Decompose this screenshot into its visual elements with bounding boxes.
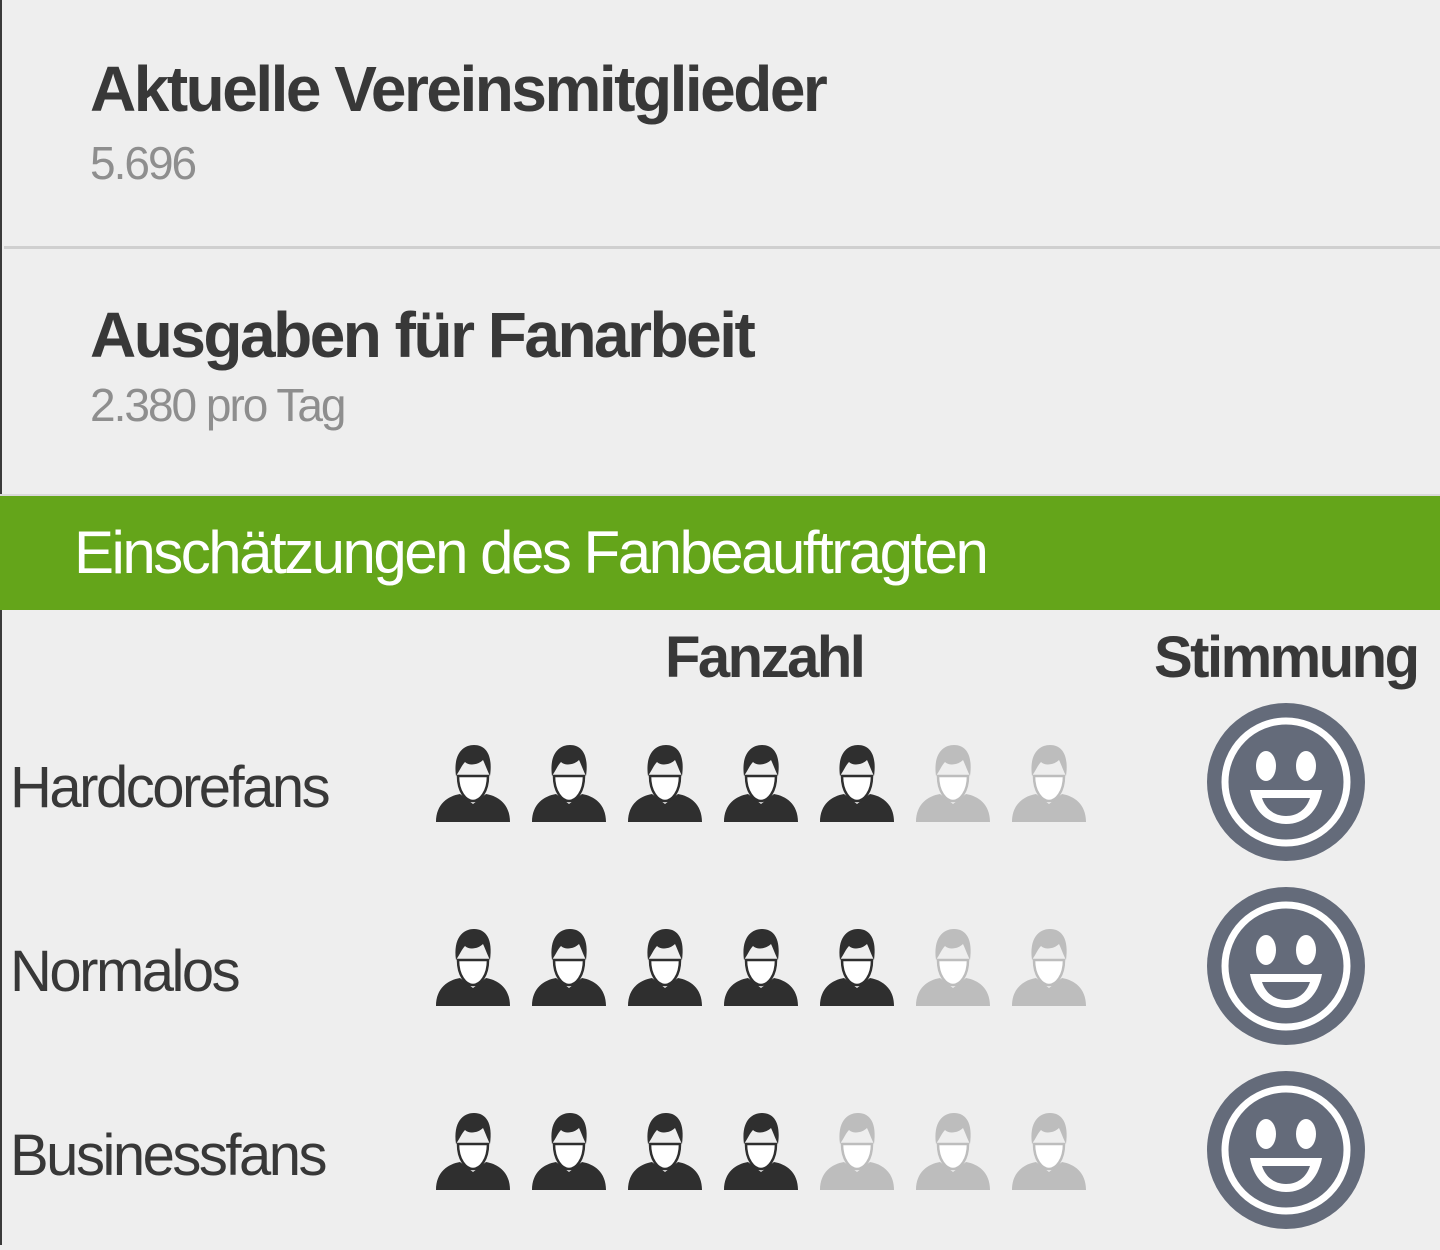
fan-row-label: Normalos [10, 939, 241, 1004]
fan-person-icon-filled [722, 924, 800, 1008]
fan-person-icon-empty [1010, 924, 1088, 1008]
fan-row-businessfans: Businessfans [0, 1070, 1440, 1250]
fan-person-icon-filled [722, 1108, 800, 1192]
fan-row-label: Hardcorefans [10, 755, 331, 820]
stat-fanwork-spending: Ausgaben für Fanarbeit 2.380 pro Tag [0, 250, 1440, 494]
stat-fanwork-value: 2.380 pro Tag [90, 379, 346, 431]
laughing-smiley-icon [1206, 1070, 1366, 1230]
stat-members: Aktuelle Vereinsmitglieder 5.696 [0, 0, 1440, 250]
divider [4, 246, 1440, 249]
fan-person-icon-empty [914, 924, 992, 1008]
fan-person-icon-filled [530, 1108, 608, 1192]
fan-person-icon-filled [626, 924, 704, 1008]
section-title: Einschätzungen des Fanbeauftragten [74, 519, 989, 586]
fan-person-icon-empty [914, 1108, 992, 1192]
fan-person-icon-filled [626, 1108, 704, 1192]
fan-person-icon-filled [626, 740, 704, 824]
fan-person-icon-filled [818, 740, 896, 824]
fan-person-icon-empty [818, 1108, 896, 1192]
fan-person-icon-filled [818, 924, 896, 1008]
fan-person-icon-filled [434, 1108, 512, 1192]
fan-row-label: Businessfans [10, 1123, 327, 1188]
stat-fanwork-title: Ausgaben für Fanarbeit [90, 299, 756, 371]
fan-person-icon-empty [1010, 1108, 1088, 1192]
laughing-smiley-icon [1206, 702, 1366, 862]
laughing-smiley-icon [1206, 886, 1366, 1046]
fan-person-icon-empty [1010, 740, 1088, 824]
section-banner: Einschätzungen des Fanbeauftragten [0, 494, 1440, 610]
fan-person-icon-filled [530, 924, 608, 1008]
fan-person-icon-filled [434, 740, 512, 824]
fan-person-icon-filled [530, 740, 608, 824]
fan-row-normalos: Normalos [0, 886, 1440, 1066]
fan-row-hardcorefans: Hardcorefans [0, 702, 1440, 882]
fan-person-icon-empty [914, 740, 992, 824]
stat-members-value: 5.696 [90, 137, 197, 189]
column-header-stimmung: Stimmung [1154, 625, 1420, 690]
stat-members-title: Aktuelle Vereinsmitglieder [90, 53, 828, 125]
column-header-fanzahl: Fanzahl [665, 625, 866, 690]
fan-person-icon-filled [434, 924, 512, 1008]
fan-person-icon-filled [722, 740, 800, 824]
